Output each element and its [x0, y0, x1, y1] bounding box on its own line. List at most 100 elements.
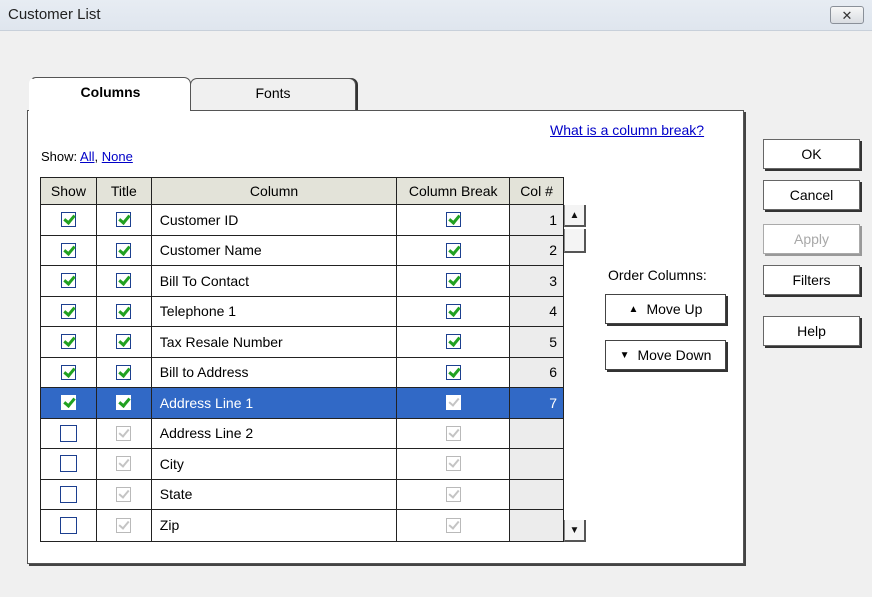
title-checkbox[interactable]: [116, 303, 132, 319]
table-row[interactable]: Customer ID 1: [41, 205, 563, 236]
show-cell: [41, 235, 97, 265]
column-break-cell: [397, 235, 511, 265]
filters-button[interactable]: Filters: [763, 265, 860, 295]
title-checkbox[interactable]: [116, 517, 132, 533]
column-break-checkbox[interactable]: [445, 486, 461, 502]
filters-label: Filters: [792, 272, 831, 288]
show-checkbox[interactable]: [60, 242, 76, 258]
columns-grid: Show Title Column Column Break Col # Cus…: [40, 177, 564, 542]
show-checkbox[interactable]: [59, 516, 77, 534]
column-break-help-link[interactable]: What is a column break?: [550, 122, 704, 138]
header-title[interactable]: Title: [96, 178, 152, 204]
show-cell: [41, 296, 97, 326]
move-down-button[interactable]: ▼ Move Down: [605, 340, 726, 370]
show-label: Show:: [41, 149, 78, 164]
title-cell: [97, 266, 152, 296]
title-checkbox[interactable]: [116, 212, 132, 228]
tab-columns[interactable]: Columns: [29, 77, 191, 111]
table-row[interactable]: Address Line 2: [41, 418, 563, 449]
show-checkbox[interactable]: [60, 334, 76, 350]
column-break-cell: [397, 510, 511, 541]
show-cell: [41, 266, 97, 296]
table-row[interactable]: State: [41, 479, 563, 510]
title-cell: [97, 418, 152, 448]
title-checkbox[interactable]: [116, 425, 132, 441]
column-break-checkbox[interactable]: [445, 395, 461, 411]
show-checkbox[interactable]: [60, 303, 76, 319]
column-break-cell: [397, 296, 511, 326]
title-cell: [97, 327, 152, 357]
show-checkbox[interactable]: [60, 273, 76, 289]
title-checkbox[interactable]: [116, 242, 132, 258]
header-show[interactable]: Show: [41, 178, 97, 204]
up-arrow-icon: ▲: [628, 303, 639, 315]
table-row[interactable]: Telephone 1 4: [41, 296, 563, 327]
scroll-up-button[interactable]: ▲: [564, 205, 586, 227]
column-break-checkbox[interactable]: [445, 303, 461, 319]
table-row[interactable]: City: [41, 449, 563, 480]
apply-button[interactable]: Apply: [763, 224, 860, 254]
tab-fonts[interactable]: Fonts: [190, 78, 356, 110]
columns-panel: What is a column break? Show: All, None …: [27, 110, 744, 564]
show-selector: Show: All, None: [41, 149, 133, 164]
ok-label: OK: [801, 146, 822, 162]
show-checkbox[interactable]: [60, 212, 76, 228]
title-checkbox[interactable]: [116, 364, 132, 380]
scroll-thumb[interactable]: [564, 229, 586, 253]
table-row[interactable]: Address Line 1 7: [41, 388, 563, 419]
show-checkbox[interactable]: [60, 364, 76, 380]
table-row[interactable]: Customer Name 2: [41, 235, 563, 266]
scroll-down-button[interactable]: ▼: [564, 520, 586, 542]
show-all-link[interactable]: All: [80, 149, 94, 164]
header-col-num[interactable]: Col #: [510, 178, 563, 204]
title-checkbox[interactable]: [116, 273, 132, 289]
move-up-button[interactable]: ▲ Move Up: [605, 294, 726, 324]
down-arrow-icon: ▼: [619, 349, 630, 361]
title-checkbox[interactable]: [116, 456, 132, 472]
show-none-link[interactable]: None: [102, 149, 133, 164]
tab-columns-label: Columns: [80, 84, 141, 100]
column-break-cell: [397, 479, 511, 509]
column-name-cell: State: [152, 479, 398, 509]
show-checkbox[interactable]: [59, 455, 77, 473]
show-checkbox[interactable]: [59, 424, 77, 442]
header-column[interactable]: Column: [151, 178, 398, 204]
show-cell: [41, 418, 97, 448]
title-cell: [97, 479, 152, 509]
column-break-checkbox[interactable]: [445, 273, 461, 289]
table-row[interactable]: Zip: [41, 510, 563, 541]
ok-button[interactable]: OK: [763, 139, 860, 169]
title-checkbox[interactable]: [116, 334, 132, 350]
column-break-checkbox[interactable]: [445, 242, 461, 258]
column-break-checkbox[interactable]: [445, 212, 461, 228]
column-break-checkbox[interactable]: [445, 517, 461, 533]
col-num-cell: [510, 510, 563, 541]
column-name-cell: City: [152, 449, 398, 479]
help-label: Help: [797, 323, 826, 339]
show-checkbox[interactable]: [59, 485, 77, 503]
column-break-checkbox[interactable]: [445, 334, 461, 350]
grid-scrollbar[interactable]: ▲ ▼: [564, 205, 586, 542]
tab-fonts-label: Fonts: [255, 85, 291, 101]
title-checkbox[interactable]: [116, 486, 132, 502]
show-checkbox[interactable]: [60, 395, 76, 411]
cancel-button[interactable]: Cancel: [763, 180, 860, 210]
cancel-label: Cancel: [789, 187, 834, 203]
table-row[interactable]: Tax Resale Number 5: [41, 327, 563, 358]
header-column-break[interactable]: Column Break: [397, 178, 511, 204]
column-break-checkbox[interactable]: [445, 456, 461, 472]
col-num-cell: 2: [510, 235, 563, 265]
column-break-cell: [397, 327, 511, 357]
column-break-cell: [397, 357, 511, 387]
show-cell: [41, 327, 97, 357]
table-row[interactable]: Bill to Address 6: [41, 357, 563, 388]
column-break-cell: [397, 418, 511, 448]
table-row[interactable]: Bill To Contact 3: [41, 266, 563, 297]
title-checkbox[interactable]: [116, 395, 132, 411]
close-button[interactable]: ✕: [830, 6, 864, 24]
show-cell: [41, 205, 97, 235]
column-break-checkbox[interactable]: [445, 425, 461, 441]
column-break-cell: [397, 266, 511, 296]
help-button[interactable]: Help: [763, 316, 860, 346]
column-break-checkbox[interactable]: [445, 364, 461, 380]
